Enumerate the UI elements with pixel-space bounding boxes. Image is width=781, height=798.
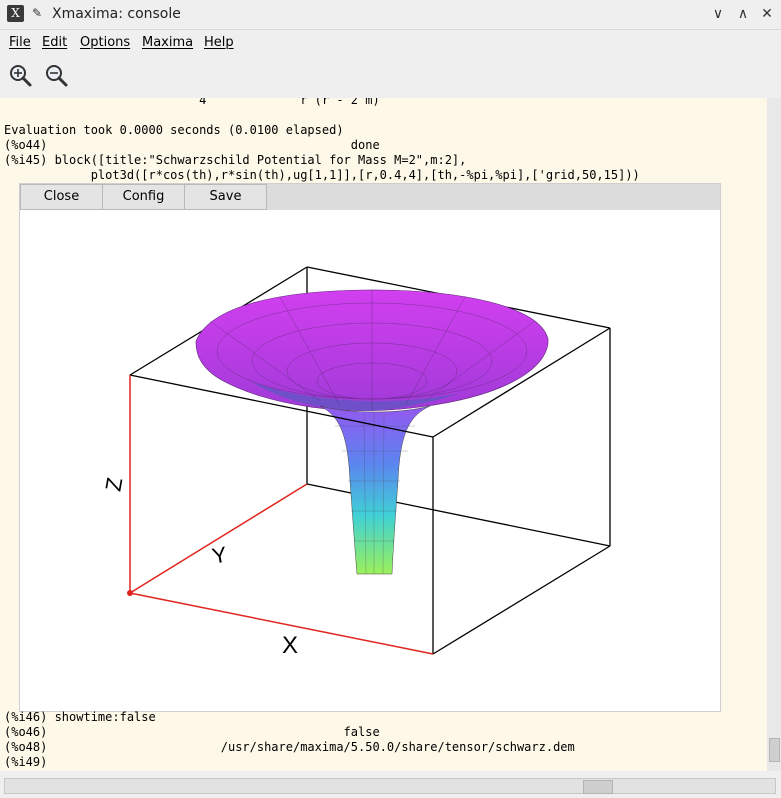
- console-line: plot3d([r*cos(th),r*sin(th),ug[1,1]],[r,…: [4, 168, 640, 182]
- console-line: 4 r (r - 2 m): [4, 98, 380, 107]
- menu-options[interactable]: Options: [80, 35, 130, 50]
- pin-icon[interactable]: ✎: [32, 6, 42, 20]
- window-title: Xmaxima: console: [52, 6, 181, 22]
- close-window-button[interactable]: ✕: [757, 4, 777, 24]
- console-line: (%o46) false: [4, 725, 380, 739]
- horizontal-scroll-track[interactable]: [4, 778, 776, 794]
- zoom-out-icon[interactable]: [44, 63, 70, 89]
- title-bar: X ✎ Xmaxima: console ∨ ∧ ✕: [0, 0, 781, 30]
- plot-toolbar: Close Config Save: [20, 184, 720, 210]
- console-input-prompt[interactable]: (%i49): [4, 755, 47, 770]
- console-line: (%o44) done: [4, 138, 380, 152]
- toolbar: [0, 56, 781, 96]
- plot3d-window: Close Config Save X Y Z: [19, 183, 721, 712]
- console-line: Evaluation took 0.0000 seconds (0.0100 e…: [4, 123, 344, 137]
- menu-edit[interactable]: Edit: [42, 35, 67, 50]
- menu-help[interactable]: Help: [204, 35, 234, 50]
- xmaxima-app-icon: X: [7, 5, 24, 22]
- menu-bar: File Edit Options Maxima Help: [0, 30, 781, 55]
- z-axis-label: Z: [100, 476, 127, 494]
- console-line: (%i45) block([title:"Schwarzschild Poten…: [4, 153, 467, 167]
- vertical-scrollbar[interactable]: [767, 98, 781, 771]
- console-line: (%i46) showtime:false: [4, 710, 156, 724]
- origin-point: [127, 590, 133, 596]
- y-axis-line: [129, 483, 308, 594]
- menu-maxima[interactable]: Maxima: [142, 35, 193, 50]
- zoom-in-icon[interactable]: [8, 63, 34, 89]
- x-axis-label: X: [282, 632, 298, 659]
- vertical-scroll-thumb[interactable]: [769, 738, 780, 762]
- surface-rim: [195, 289, 549, 411]
- plot-save-button[interactable]: Save: [184, 184, 267, 210]
- minimize-button[interactable]: ∨: [708, 4, 728, 24]
- console-line: (%o48) /usr/share/maxima/5.50.0/share/te…: [4, 740, 575, 754]
- y-axis-label: Y: [210, 542, 229, 569]
- plot-close-button[interactable]: Close: [20, 184, 103, 210]
- plot-canvas[interactable]: X Y Z: [20, 211, 720, 711]
- plot-config-button[interactable]: Config: [102, 184, 185, 210]
- horizontal-scrollbar[interactable]: [0, 775, 781, 795]
- maximize-button[interactable]: ∧: [733, 4, 753, 24]
- console-area[interactable]: 4 r (r - 2 m) Evaluation took 0.0000 sec…: [0, 98, 767, 771]
- menu-file[interactable]: File: [9, 35, 31, 50]
- horizontal-scroll-thumb[interactable]: [583, 780, 613, 794]
